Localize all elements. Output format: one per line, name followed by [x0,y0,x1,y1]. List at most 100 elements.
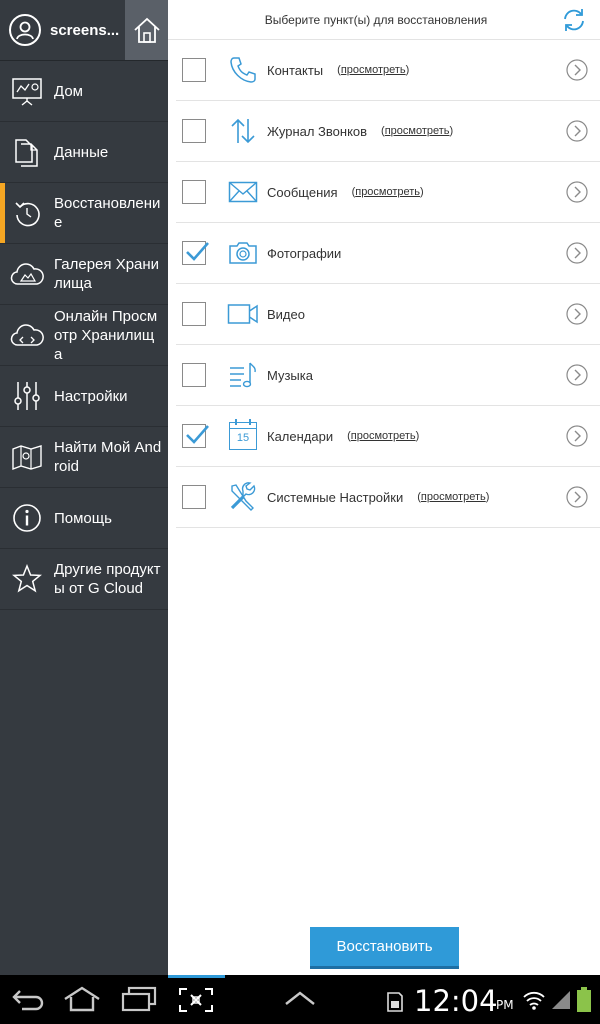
map-icon [12,445,42,471]
restore-icon [15,202,40,227]
sidebar-item-label: Галерея Хранилища [54,256,160,292]
sidebar-item-label: Данные [54,143,109,161]
screenshot-icon[interactable] [178,987,214,1013]
sidebar-item-label: Дом [54,82,83,100]
system-navigation-bar: 12:04 PM [0,975,600,1024]
calendar-icon: 15 [227,419,259,452]
row-label: Сообщения [267,184,338,200]
envelope-icon [228,181,258,203]
view-link[interactable]: просмотреть [337,64,409,76]
checkbox-call-log[interactable] [182,119,206,143]
restore-row-photos: Фотографии [176,223,600,284]
sidebar-item-label: Восстановление [54,195,161,231]
row-label: Календари [267,428,334,444]
row-label: Системные Настройки [267,489,404,505]
restore-row-calendars: 15 Календари просмотреть [176,406,600,467]
checkmark-icon [186,425,209,444]
restore-row-music: Музыка [176,345,600,406]
sidebar-item-other-products[interactable]: Другие продукты от G Cloud [0,549,168,610]
sidebar-item-storage-gallery[interactable]: Галерея Хранилища [0,244,168,305]
app-window: screens... Дом Данные Восстановление Гал… [0,0,600,1024]
home-icon [133,17,160,43]
sidebar-header: screens... [0,0,168,61]
row-label: Музыка [267,367,313,383]
chevron-right-icon[interactable] [566,120,588,142]
sidebar-item-label: Найти Мой Android [54,439,162,475]
restore-panel: Выберите пункт(ы) для восстановления Кон… [168,0,600,975]
sidebar-item-online-storage[interactable]: Онлайн Просмотр Хранилища [0,305,168,366]
refresh-icon[interactable] [560,6,588,34]
checkbox-video[interactable] [182,302,206,326]
clock-time: 12:04 [414,984,498,1018]
sidebar-item-find-android[interactable]: Найти Мой Android [0,427,168,488]
sidebar-item-settings[interactable]: Настройки [0,366,168,427]
page-title: Выберите пункт(ы) для восстановления [264,12,488,27]
home-button[interactable] [125,0,168,60]
files-icon [15,139,38,167]
phone-icon [230,57,256,83]
checkmark-icon [186,242,209,261]
checkbox-music[interactable] [182,363,206,387]
cloud-gallery-icon [10,263,44,285]
chevron-up-icon[interactable] [284,989,316,1007]
home-nav-icon[interactable] [62,985,102,1013]
chevron-right-icon[interactable] [566,425,588,447]
checkbox-calendars[interactable] [182,424,209,448]
sidebar-item-data[interactable]: Данные [0,122,168,183]
username: screens... [50,21,120,39]
chevron-right-icon[interactable] [566,364,588,386]
view-link[interactable]: просмотреть [347,430,419,442]
chevron-right-icon[interactable] [566,181,588,203]
checkbox-system-settings[interactable] [182,485,206,509]
cloud-browse-icon [10,324,44,346]
chevron-right-icon[interactable] [566,486,588,508]
clock-ampm: PM [496,998,514,1012]
row-label: Фотографии [267,245,342,261]
restore-row-messages: Сообщения просмотреть [176,162,600,223]
view-link[interactable]: просмотреть [352,186,424,198]
row-label: Журнал Звонков [267,123,368,139]
info-icon [13,504,41,532]
sidebar-item-label: Другие продукты от G Cloud [54,561,161,597]
sliders-icon [14,382,40,410]
avatar [9,14,41,46]
sidebar-item-restore[interactable]: Восстановление [0,183,168,244]
chevron-right-icon[interactable] [566,59,588,81]
restore-row-video: Видео [176,284,600,345]
sidebar-item-label: Онлайн Просмотр Хранилища [54,307,158,363]
star-icon [12,564,42,593]
user-icon [16,21,34,40]
sidebar-item-label: Помощь [54,509,112,527]
view-link[interactable]: просмотреть [417,491,489,503]
sidebar-item-home[interactable]: Дом [0,61,168,122]
camera-icon [229,242,257,264]
recent-apps-icon[interactable] [120,985,158,1013]
row-label: Контакты [267,62,324,78]
sd-card-icon [387,992,403,1012]
sidebar: screens... Дом Данные Восстановление Гал… [0,0,168,975]
battery-icon [577,987,591,1012]
panel-header: Выберите пункт(ы) для восстановления [168,0,600,40]
call-log-icon [231,118,255,144]
checkbox-contacts[interactable] [182,58,206,82]
sidebar-item-help[interactable]: Помощь [0,488,168,549]
signal-icon [552,991,570,1009]
restore-row-system-settings: Системные Настройки просмотреть [176,467,600,528]
screenshot-indicator [168,975,225,978]
wifi-icon [523,991,545,1010]
music-icon [230,362,256,388]
tools-icon [230,482,256,511]
restore-button[interactable]: Восстановить [310,927,459,969]
view-link[interactable]: просмотреть [381,125,453,137]
user-account[interactable]: screens... [0,0,125,60]
restore-row-contacts: Контакты просмотреть [176,40,600,101]
restore-row-call-log: Журнал Звонков просмотреть [176,101,600,162]
checkbox-messages[interactable] [182,180,206,204]
chevron-right-icon[interactable] [566,242,588,264]
chevron-right-icon[interactable] [566,303,588,325]
checkbox-photos[interactable] [182,241,209,265]
presentation-icon [12,78,42,106]
video-icon [227,304,258,324]
back-icon[interactable] [10,985,46,1013]
calendar-day: 15 [236,432,250,444]
